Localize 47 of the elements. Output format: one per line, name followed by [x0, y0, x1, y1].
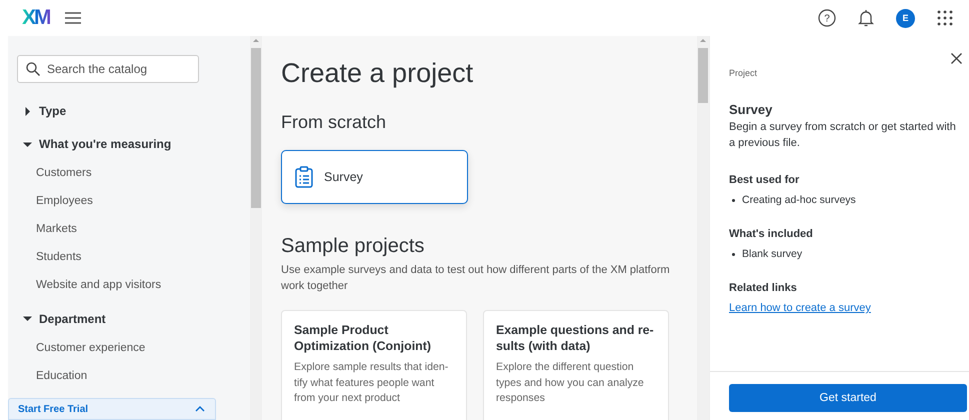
caret-right-icon[interactable]: [23, 106, 32, 116]
filter-option[interactable]: Website and app visitors: [36, 276, 250, 294]
panel-eyebrow: Project: [729, 68, 758, 78]
filter-option[interactable]: Customer experience: [36, 339, 250, 358]
filter-heading[interactable]: Type: [39, 104, 66, 118]
project-card[interactable]: Example questions and re-sults (with data) Explore the different question types and how you can analyze responses: [483, 310, 669, 420]
filter-heading[interactable]: Department: [39, 312, 106, 326]
search-field[interactable]: Search the catalog: [17, 55, 199, 83]
section-heading: What's included: [729, 228, 814, 240]
clipboard-list-icon: [295, 166, 313, 188]
avatar[interactable]: E: [896, 8, 915, 28]
panel-description: Begin a survey from scratch or get started with a previous file.: [729, 120, 957, 151]
section-heading: Related links: [729, 282, 798, 294]
help-link[interactable]: Learn how to create a survey: [729, 302, 871, 314]
bell-icon[interactable]: [858, 9, 874, 27]
filter-option[interactable]: Markets: [36, 220, 250, 238]
get-started-button[interactable]: Get started: [729, 384, 967, 412]
card-description: Explore sample results that iden-tify what features people want from your next product: [294, 360, 450, 406]
page-title: Create a project: [281, 57, 474, 90]
caret-down-icon[interactable]: [23, 140, 32, 148]
card-title: Example questions and re-sults (with data): [496, 322, 655, 354]
survey-tile[interactable]: Survey: [281, 150, 468, 204]
card-description: Explore the different question types and how you can analyze responses: [496, 360, 645, 406]
section-description: Use example surveys and data to test out how different parts of the XM platform work together: [281, 263, 671, 294]
filter-option[interactable]: Students: [36, 248, 250, 266]
project-card[interactable]: Sample Product Optimization (Conjoint) Explore sample results that iden-tify what features people want from your next product: [281, 310, 467, 420]
filter-option[interactable]: Education: [36, 367, 250, 386]
scrollbar[interactable]: [250, 36, 262, 420]
banner-label[interactable]: Start Free Trial: [18, 404, 88, 415]
filter-option[interactable]: Employees: [36, 192, 250, 210]
filter-heading[interactable]: What you're measuring: [39, 137, 172, 151]
close-icon[interactable]: [951, 53, 962, 64]
card-title: Sample Product Optimization (Conjoint): [294, 322, 432, 354]
section-heading: From scratch: [281, 111, 388, 134]
apps-grid-icon[interactable]: [937, 10, 953, 26]
chevron-up-icon[interactable]: [195, 406, 205, 412]
scrollbar[interactable]: [697, 36, 709, 420]
panel-title: Survey: [729, 102, 774, 117]
list-item: Creating ad-hoc surveys: [732, 194, 856, 206]
help-icon[interactable]: ?: [818, 9, 836, 27]
list-item: Blank survey: [732, 248, 802, 260]
section-heading: Best used for: [729, 174, 800, 186]
caret-down-icon[interactable]: [23, 314, 32, 324]
filter-option[interactable]: Customers: [36, 164, 250, 182]
section-heading: Sample projects: [281, 234, 426, 258]
trial-banner[interactable]: Start Free Trial: [8, 398, 216, 420]
menu-icon[interactable]: [64, 11, 82, 25]
